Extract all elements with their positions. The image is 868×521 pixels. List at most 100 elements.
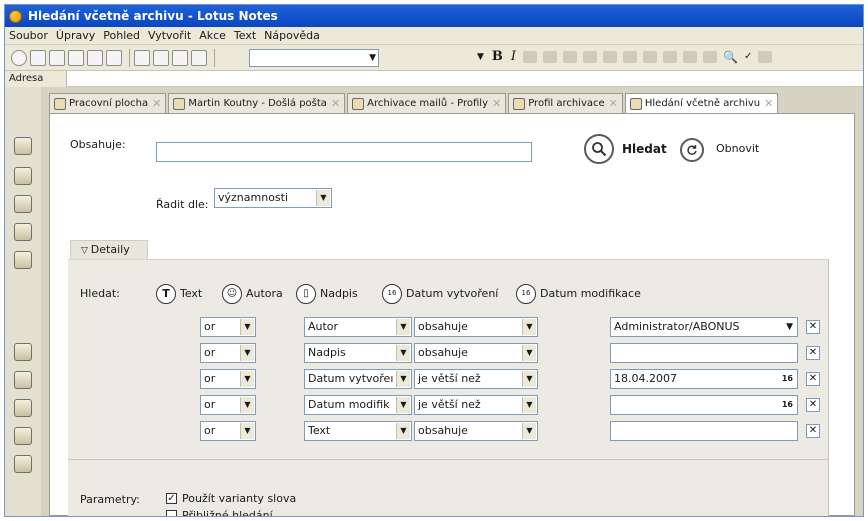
bold-icon[interactable]: B [492, 49, 503, 64]
remove-row-icon[interactable]: ✕ [806, 346, 820, 360]
copy-icon[interactable] [153, 49, 169, 66]
remove-row-icon[interactable]: ✕ [806, 398, 820, 412]
type-modified-label[interactable]: Datum modifikace [540, 287, 641, 300]
text-icon[interactable]: T [156, 284, 176, 304]
value-input[interactable]: 16 [610, 395, 798, 415]
chevron-down-icon[interactable]: ▼ [786, 318, 793, 336]
field-select[interactable]: Autor ▼ [304, 317, 412, 337]
outdent-icon[interactable] [623, 50, 638, 63]
condition-select[interactable]: obsahuje ▼ [414, 421, 538, 441]
close-icon[interactable]: ✕ [764, 97, 773, 110]
databases-bookmark-icon[interactable] [14, 251, 32, 269]
toolbar-combo[interactable]: ▼ [249, 48, 379, 67]
menu-vytvorit[interactable]: Vytvořit [148, 29, 191, 42]
calendar-icon[interactable]: 16 [782, 370, 793, 388]
field-select[interactable]: Text ▼ [304, 421, 412, 441]
menu-napoveda[interactable]: Nápověda [264, 29, 320, 42]
save-icon[interactable] [30, 49, 46, 66]
value-input[interactable] [610, 421, 798, 441]
paste-icon[interactable] [172, 49, 188, 66]
menu-text[interactable]: Text [234, 29, 256, 42]
condition-select[interactable]: obsahuje ▼ [414, 317, 538, 337]
person-icon[interactable]: ☺ [222, 284, 242, 304]
reset-label[interactable]: Obnovit [716, 142, 759, 155]
fuzzy-search-checkbox[interactable] [166, 510, 177, 516]
stop-icon[interactable] [11, 49, 27, 66]
find-icon[interactable]: 🔍 [723, 50, 738, 64]
menu-pohled[interactable]: Pohled [103, 29, 140, 42]
type-author-label[interactable]: Autora [246, 287, 283, 300]
tab-inbox[interactable]: Martin Koutny - Došlá pošta ✕ [168, 93, 346, 113]
folder-bookmark-icon[interactable] [14, 455, 32, 473]
operator-select[interactable]: or ▼ [200, 421, 256, 441]
contains-input[interactable] [156, 142, 532, 162]
value-input[interactable]: Administrator/ABONUS ▼ [610, 317, 798, 337]
align-icon[interactable] [543, 50, 558, 63]
word-variants-checkbox[interactable]: ✓ [166, 493, 177, 504]
field-select[interactable]: Datum vytvořeı ▼ [304, 369, 412, 389]
operator-select[interactable]: or ▼ [200, 395, 256, 415]
mail-bookmark-icon[interactable] [14, 137, 32, 155]
calendar-icon[interactable]: 16 [382, 284, 402, 304]
operator-select[interactable]: or ▼ [200, 369, 256, 389]
list-icon[interactable] [583, 50, 598, 63]
replication-bookmark-icon[interactable] [14, 427, 32, 445]
operator-select[interactable]: or ▼ [200, 317, 256, 337]
condition-select[interactable]: je větší než ▼ [414, 369, 538, 389]
menu-soubor[interactable]: Soubor [9, 29, 48, 42]
remove-row-icon[interactable]: ✕ [806, 424, 820, 438]
condition-select[interactable]: obsahuje ▼ [414, 343, 538, 363]
value-input[interactable] [610, 343, 798, 363]
spellcheck-icon[interactable]: ✓ [744, 51, 752, 62]
todo-bookmark-icon[interactable] [14, 223, 32, 241]
sort-select[interactable]: významnosti ▼ [214, 188, 332, 208]
remove-row-icon[interactable]: ✕ [806, 320, 820, 334]
indent-icon[interactable] [563, 50, 578, 63]
attach-icon[interactable] [703, 50, 718, 63]
text-style-icon[interactable] [643, 50, 658, 63]
field-select[interactable]: Nadpis ▼ [304, 343, 412, 363]
cut-icon[interactable] [134, 49, 150, 66]
menu-akce[interactable]: Akce [199, 29, 226, 42]
operator-select[interactable]: or ▼ [200, 343, 256, 363]
properties-icon[interactable] [758, 50, 773, 63]
close-icon[interactable]: ✕ [331, 97, 340, 110]
type-title-label[interactable]: Nadpis [320, 287, 358, 300]
tab-details[interactable]: ▽ Detaily [70, 240, 148, 260]
folder-bookmark-icon[interactable] [14, 399, 32, 417]
search-button[interactable] [584, 134, 614, 164]
close-icon[interactable]: ✕ [609, 97, 618, 110]
tab-workspace[interactable]: Pracovní plocha ✕ [49, 93, 167, 113]
address-input[interactable] [67, 71, 863, 87]
folder-bookmark-icon[interactable] [14, 371, 32, 389]
chevron-down-icon[interactable]: ▼ [477, 52, 484, 62]
highlight-icon[interactable] [523, 50, 538, 63]
remove-row-icon[interactable]: ✕ [806, 372, 820, 386]
paste-special-icon[interactable] [191, 49, 207, 66]
calendar-bookmark-icon[interactable] [14, 167, 32, 185]
close-icon[interactable]: ✕ [152, 97, 161, 110]
mail-icon[interactable] [87, 49, 103, 66]
condition-select[interactable]: je větší než ▼ [414, 395, 538, 415]
type-text-label[interactable]: Text [180, 287, 202, 300]
reset-button[interactable] [680, 138, 704, 162]
close-icon[interactable]: ✕ [492, 97, 501, 110]
favorites-bookmark-icon[interactable] [14, 343, 32, 361]
calendar-icon[interactable]: 16 [516, 284, 536, 304]
tab-search-archive[interactable]: Hledání včetně archivu ✕ [624, 93, 779, 113]
italic-icon[interactable]: I [511, 49, 516, 64]
menu-upravy[interactable]: Úpravy [56, 29, 95, 42]
bullets-icon[interactable] [603, 50, 618, 63]
type-created-label[interactable]: Datum vytvoření [406, 287, 498, 300]
table-icon[interactable] [663, 50, 678, 63]
value-input[interactable]: 18.04.2007 16 [610, 369, 798, 389]
tab-archive-profile[interactable]: Profil archivace ✕ [508, 93, 623, 113]
print-icon[interactable] [106, 49, 122, 66]
calendar-icon[interactable]: 16 [782, 396, 793, 414]
open-icon[interactable] [49, 49, 65, 66]
field-select[interactable]: Datum modifik ▼ [304, 395, 412, 415]
document-icon[interactable]: ▯ [296, 284, 316, 304]
search-label[interactable]: Hledat [622, 142, 667, 156]
forward-icon[interactable] [68, 49, 84, 66]
tab-archive-profiles[interactable]: Archivace mailů - Profily ✕ [347, 93, 507, 113]
